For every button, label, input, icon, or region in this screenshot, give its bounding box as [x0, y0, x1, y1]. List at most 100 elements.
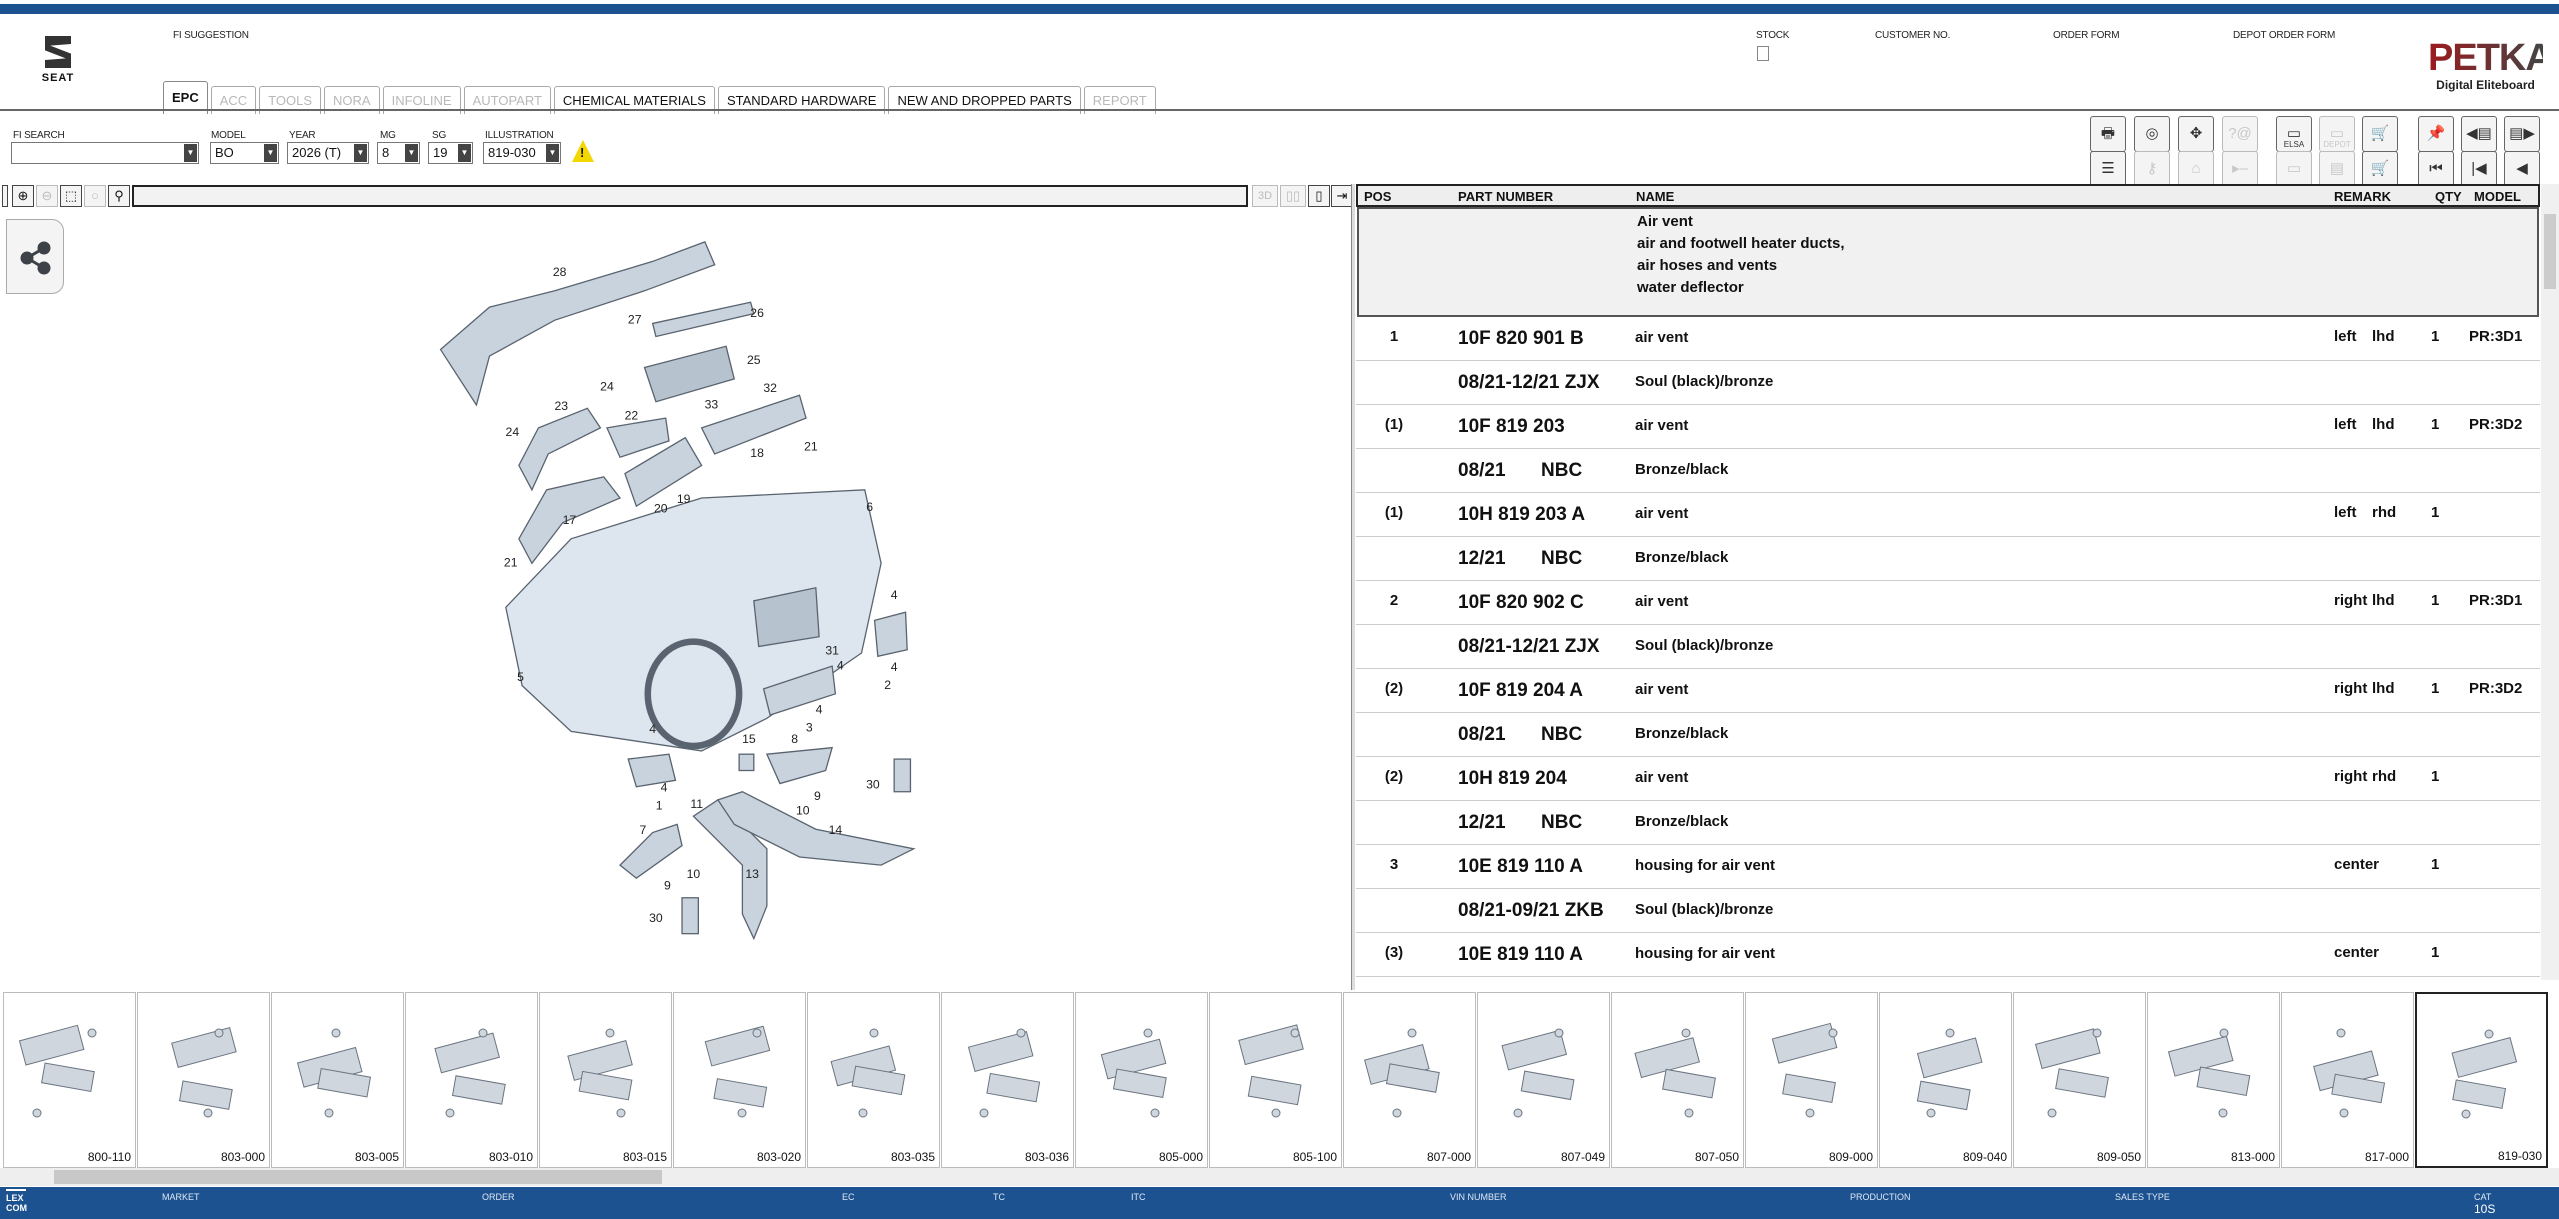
scrollbar-thumb[interactable]: [54, 1170, 662, 1184]
parts-button[interactable]: ✥: [2178, 116, 2214, 152]
cover-part-15[interactable]: [739, 754, 754, 770]
callout-label[interactable]: 10: [796, 804, 810, 818]
vent-part-8[interactable]: [767, 748, 832, 784]
thumbnail-800-110[interactable]: 800-110: [3, 992, 136, 1168]
thumbnail-807-049[interactable]: 807-049: [1477, 992, 1610, 1168]
stock-checkbox[interactable]: [1757, 46, 1769, 61]
callout-label[interactable]: 3: [806, 720, 813, 734]
vertical-scrollbar[interactable]: [2541, 184, 2559, 980]
callout-label[interactable]: 2: [884, 678, 891, 692]
thumbnail-803-005[interactable]: 803-005: [271, 992, 404, 1168]
callout-label[interactable]: 7: [639, 823, 646, 837]
vent-part-2[interactable]: [875, 612, 908, 656]
next-document-button[interactable]: ▤▶: [2504, 116, 2540, 152]
callout-label[interactable]: 4: [649, 722, 656, 736]
first-page-button[interactable]: ⏮: [2418, 151, 2454, 187]
callout-label[interactable]: 24: [506, 425, 520, 439]
table-row[interactable]: 210F 820 902 Cair ventrightlhd1PR:3D1: [1356, 581, 2540, 625]
thumbnail-807-000[interactable]: 807-000: [1343, 992, 1476, 1168]
callout-label[interactable]: 4: [891, 660, 898, 674]
split-view-icon[interactable]: ▯▯: [1280, 185, 1306, 207]
arrow-dash-button[interactable]: ▸–: [2222, 151, 2258, 187]
vent-part-1[interactable]: [628, 754, 675, 787]
view-3d-button[interactable]: 3D: [1252, 185, 1278, 207]
table-row[interactable]: 12/21NBCBronze/black: [1356, 537, 2540, 581]
callout-label[interactable]: 18: [750, 446, 764, 460]
back-button[interactable]: ◀: [2504, 151, 2540, 187]
previous-document-button[interactable]: ◀▤: [2461, 116, 2497, 152]
cover-part-30a[interactable]: [894, 759, 910, 792]
table-row[interactable]: 08/21NBCBronze/black: [1356, 713, 2540, 757]
duct-part-22[interactable]: [607, 418, 669, 457]
thumbnail-803-010[interactable]: 803-010: [405, 992, 538, 1168]
callout-label[interactable]: 30: [866, 777, 880, 791]
table-row[interactable]: 310E 819 110 Ahousing for air ventcenter…: [1356, 845, 2540, 889]
callout-label[interactable]: 23: [554, 399, 568, 413]
callout-label[interactable]: 20: [654, 502, 668, 516]
callout-label[interactable]: 13: [745, 867, 759, 881]
dashboard-part[interactable]: [506, 490, 881, 751]
callout-label[interactable]: 4: [891, 588, 898, 602]
sg-dropdown[interactable]: 19▼: [428, 142, 473, 164]
print-button[interactable]: 🖶: [2090, 116, 2126, 152]
thumbnail-805-000[interactable]: 805-000: [1075, 992, 1208, 1168]
key-icon[interactable]: ⚷: [2134, 151, 2170, 187]
header-part-number[interactable]: PART NUMBER: [1458, 189, 1553, 204]
thumbnail-817-000[interactable]: 817-000: [2281, 992, 2414, 1168]
table-row[interactable]: (3)10E 819 110 Ahousing for air ventcent…: [1356, 933, 2540, 977]
depot-transfer-button[interactable]: ▭: [2276, 151, 2312, 187]
zoom-out-icon[interactable]: ⊖: [36, 185, 58, 207]
table-row[interactable]: (2)10H 819 204air ventrightrhd1: [1356, 757, 2540, 801]
duct-part-23[interactable]: [519, 408, 601, 490]
callout-label[interactable]: 33: [705, 397, 719, 411]
seat-icon[interactable]: ⌂: [2178, 151, 2214, 187]
zoom-area-icon[interactable]: ⬚: [60, 185, 82, 207]
table-row[interactable]: 110F 820 901 Bair ventleftlhd1PR:3D1: [1356, 317, 2540, 361]
fi-search-dropdown[interactable]: ▼: [11, 142, 199, 164]
pane-splitter[interactable]: [1351, 184, 1355, 990]
horizontal-scrollbar[interactable]: [0, 1168, 2559, 1186]
header-model[interactable]: MODEL: [2474, 189, 2521, 204]
thumbnail-819-030[interactable]: 819-030: [2415, 992, 2548, 1168]
elsa-button[interactable]: ▭ELSA: [2276, 116, 2312, 152]
thumbnail-805-100[interactable]: 805-100: [1209, 992, 1342, 1168]
callout-label[interactable]: 1: [656, 799, 663, 813]
callout-label[interactable]: 26: [750, 306, 764, 320]
callout-label[interactable]: 14: [829, 823, 843, 837]
thumbnail-809-000[interactable]: 809-000: [1745, 992, 1878, 1168]
callout-label[interactable]: 4: [661, 781, 668, 795]
year-dropdown[interactable]: 2026 (T)▼: [287, 142, 369, 164]
callout-label[interactable]: 28: [553, 265, 567, 279]
tire-button[interactable]: ◎: [2134, 116, 2170, 152]
callout-label[interactable]: 11: [690, 797, 703, 811]
callout-label[interactable]: 30: [649, 911, 663, 925]
model-dropdown[interactable]: BO▼: [210, 142, 279, 164]
depot-button[interactable]: ▭DEPOT: [2319, 116, 2355, 152]
callout-label[interactable]: 10: [687, 867, 701, 881]
grille-part[interactable]: [653, 302, 754, 336]
mg-dropdown[interactable]: 8▼: [377, 142, 420, 164]
table-row[interactable]: 08/21-09/21 ZKBSoul (black)/bronze: [1356, 889, 2540, 933]
zoom-in-icon[interactable]: ⊕: [12, 185, 34, 207]
table-row[interactable]: 08/21-12/21 ZJXSoul (black)/bronze: [1356, 361, 2540, 405]
thumbnail-809-040[interactable]: 809-040: [1879, 992, 2012, 1168]
query-email-button[interactable]: ?@: [2222, 116, 2258, 152]
pane-resize-icon[interactable]: ⇥: [1331, 185, 1353, 207]
parts-list-button[interactable]: ☰: [2090, 151, 2126, 187]
header-remark[interactable]: REMARK: [2334, 189, 2391, 204]
table-row[interactable]: 08/21NBCBronze/black: [1356, 449, 2540, 493]
callout-label[interactable]: 9: [664, 879, 671, 893]
order-button[interactable]: ▤: [2319, 151, 2355, 187]
table-row[interactable]: 12/21NBCBronze/black: [1356, 801, 2540, 845]
thumbnail-809-050[interactable]: 809-050: [2013, 992, 2146, 1168]
thumbnail-803-015[interactable]: 803-015: [539, 992, 672, 1168]
illustration-search-input[interactable]: [132, 185, 1248, 207]
callout-label[interactable]: 17: [563, 513, 577, 527]
previous-page-button[interactable]: |◀: [2461, 151, 2497, 187]
scrollbar-thumb[interactable]: [2544, 214, 2556, 289]
thumbnail-803-020[interactable]: 803-020: [673, 992, 806, 1168]
callout-label[interactable]: 21: [804, 440, 818, 454]
callout-label[interactable]: 32: [763, 381, 777, 395]
frame-part[interactable]: [644, 346, 734, 401]
callout-label[interactable]: 9: [814, 789, 821, 803]
